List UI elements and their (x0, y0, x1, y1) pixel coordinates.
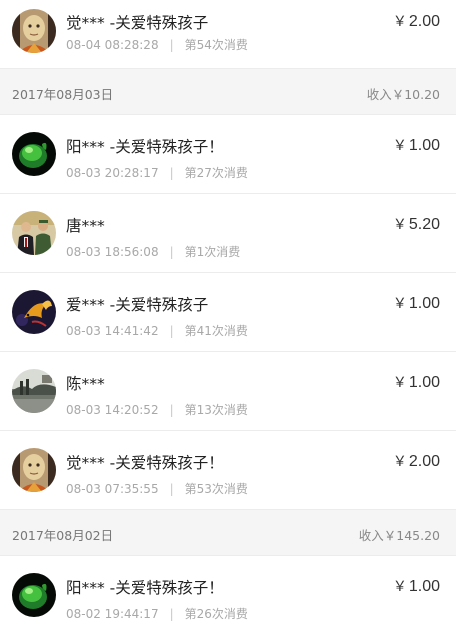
payer-name: 陈*** (66, 375, 105, 393)
date-label: 2017年08月03日 (12, 87, 114, 102)
payer-name: 觉*** -关爱特殊孩子 (66, 14, 209, 32)
amount-value: 5.20 (408, 216, 440, 233)
transaction-meta: 08-03 07:35:55 | 第53次消费 (66, 480, 248, 497)
currency-symbol: ￥ (392, 216, 407, 232)
purchase-count: 第13次消费 (184, 403, 248, 417)
date-group-header: 2017年08月03日 收入￥10.20 (0, 69, 456, 115)
date-label: 2017年08月02日 (12, 528, 114, 543)
meta-separator: | (169, 245, 174, 259)
currency-symbol: ￥ (392, 295, 407, 311)
transaction-amount: ￥ 2.00 (393, 451, 440, 471)
meta-separator: | (169, 482, 174, 496)
transaction-meta: 08-03 20:28:17 | 第27次消费 (66, 164, 248, 181)
transaction-meta: 08-03 18:56:08 | 第1次消费 (66, 243, 240, 260)
transaction-meta: 08-02 19:44:17 | 第26次消费 (66, 605, 248, 622)
transaction-row[interactable]: 爱*** -关爱特殊孩子 08-03 14:41:42 | 第41次消费 ￥ 1.00 (0, 273, 456, 352)
currency-symbol: ￥ (392, 578, 407, 594)
purchase-count: 第27次消费 (184, 166, 248, 180)
transaction-amount: ￥ 1.00 (393, 372, 440, 392)
transaction-time: 08-03 20:28:17 (66, 166, 159, 180)
purchase-count: 第54次消费 (184, 38, 248, 52)
transaction-time: 08-03 18:56:08 (66, 245, 159, 259)
transaction-amount: ￥ 1.00 (393, 293, 440, 313)
officials-photo-avatar (12, 211, 56, 255)
amount-value: 2.00 (408, 13, 440, 30)
amount-value: 1.00 (408, 295, 440, 312)
currency-symbol: ￥ (392, 13, 407, 29)
green-jade-avatar (12, 573, 56, 617)
payer-name: 阳*** -关爱特殊孩子！ (66, 138, 224, 156)
transaction-row[interactable]: 觉*** -关爱特殊孩子 08-04 08:28:28 | 第54次消费 ￥ 2.00 (0, 0, 456, 69)
transaction-row[interactable]: 阳*** -关爱特殊孩子！ 08-02 19:44:17 | 第26次消费 ￥ 1.00 (0, 556, 456, 630)
amount-value: 1.00 (408, 137, 440, 154)
date-group-header: 2017年08月02日 收入￥145.20 (0, 510, 456, 556)
monk-avatar (12, 448, 56, 492)
amount-value: 1.00 (408, 374, 440, 391)
transaction-row[interactable]: 阳*** -关爱特殊孩子！ 08-03 20:28:17 | 第27次消费 ￥ 1.00 (0, 115, 456, 194)
payer-name: 爱*** -关爱特殊孩子 (66, 296, 209, 314)
transaction-list: 觉*** -关爱特殊孩子 08-04 08:28:28 | 第54次消费 ￥ 2.00 20… (0, 0, 456, 630)
transaction-row[interactable]: 觉*** -关爱特殊孩子！ 08-03 07:35:55 | 第53次消费 ￥ 2.00 (0, 431, 456, 510)
transaction-amount: ￥ 5.20 (393, 214, 440, 234)
purchase-count: 第53次消费 (184, 482, 248, 496)
payer-name: 觉*** -关爱特殊孩子！ (66, 454, 224, 472)
daily-income-label: 收入￥10.20 (366, 87, 440, 102)
monk-avatar (12, 9, 56, 53)
purchase-count: 第1次消费 (184, 245, 241, 259)
amount-value: 2.00 (408, 453, 440, 470)
purchase-count: 第26次消费 (184, 607, 248, 621)
transaction-amount: ￥ 1.00 (393, 576, 440, 596)
transaction-time: 08-03 14:20:52 (66, 403, 159, 417)
payer-name: 阳*** -关爱特殊孩子！ (66, 579, 224, 597)
currency-symbol: ￥ (392, 453, 407, 469)
meta-separator: | (169, 607, 174, 621)
transaction-time: 08-04 08:28:28 (66, 38, 159, 52)
transaction-time: 08-03 14:41:42 (66, 324, 159, 338)
purchase-count: 第41次消费 (184, 324, 248, 338)
amount-value: 1.00 (408, 578, 440, 595)
meta-separator: | (169, 324, 174, 338)
transaction-meta: 08-03 14:20:52 | 第13次消费 (66, 401, 248, 418)
transaction-time: 08-03 07:35:55 (66, 482, 159, 496)
transaction-time: 08-02 19:44:17 (66, 607, 159, 621)
payer-name: 唐*** (66, 217, 105, 235)
currency-symbol: ￥ (392, 137, 407, 153)
daily-income-label: 收入￥145.20 (358, 528, 440, 543)
landscape-avatar (12, 369, 56, 413)
goldfish-avatar (12, 290, 56, 334)
meta-separator: | (169, 166, 174, 180)
transaction-row[interactable]: 陈*** 08-03 14:20:52 | 第13次消费 ￥ 1.00 (0, 352, 456, 431)
transaction-amount: ￥ 1.00 (393, 135, 440, 155)
transaction-meta: 08-04 08:28:28 | 第54次消费 (66, 36, 248, 53)
transaction-amount: ￥ 2.00 (393, 11, 440, 31)
green-jade-avatar (12, 132, 56, 176)
currency-symbol: ￥ (392, 374, 407, 390)
meta-separator: | (169, 38, 174, 52)
meta-separator: | (169, 403, 174, 417)
transaction-meta: 08-03 14:41:42 | 第41次消费 (66, 322, 248, 339)
transaction-row[interactable]: 唐*** 08-03 18:56:08 | 第1次消费 ￥ 5.20 (0, 194, 456, 273)
